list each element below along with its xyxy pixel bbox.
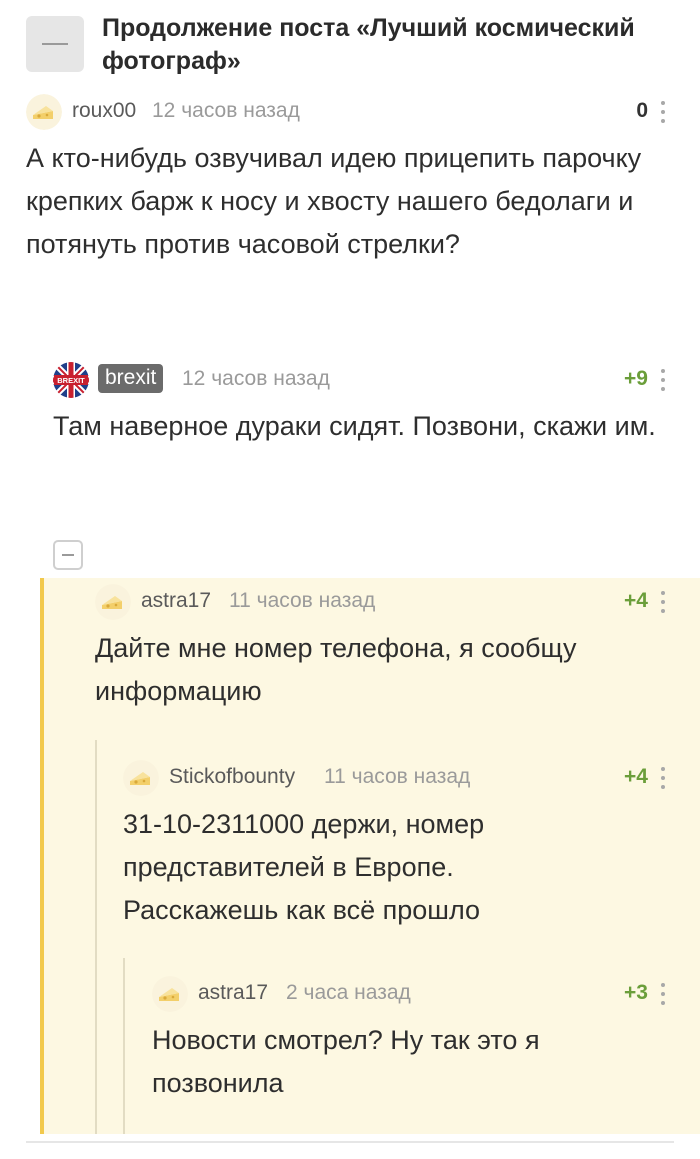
comment-username[interactable]: astra17: [141, 589, 211, 613]
comment-time[interactable]: 2 часа назад: [286, 981, 411, 1005]
comment-score: +4: [624, 765, 648, 788]
comment-score: +4: [624, 589, 648, 612]
more-options-icon[interactable]: [660, 983, 666, 1005]
collapse-thread-button[interactable]: [53, 540, 83, 570]
collapse-post-button[interactable]: [26, 16, 84, 72]
comment-text: Там наверное дураки сидят. Позвони, скаж…: [53, 411, 656, 441]
comment-username[interactable]: roux00: [72, 99, 136, 123]
avatar[interactable]: [152, 976, 188, 1012]
comment-time[interactable]: 12 часов назад: [152, 99, 300, 123]
more-options-icon[interactable]: [660, 101, 666, 123]
comment-username[interactable]: brexit: [98, 364, 164, 393]
divider: [26, 1141, 674, 1143]
comment-text: А кто-нибудь озвучивал идею прицепить па…: [26, 143, 642, 259]
nest-line: [95, 740, 97, 1134]
nest-line: [123, 958, 125, 1134]
thread-highlight-bar: [40, 578, 44, 1134]
avatar[interactable]: [123, 760, 159, 796]
cheese-avatar-icon: [123, 760, 159, 796]
cheese-avatar-icon: [95, 584, 131, 620]
avatar[interactable]: [95, 584, 131, 620]
comment-score: 0: [636, 99, 648, 122]
cheese-avatar-icon: [26, 94, 62, 130]
comment-text: Новости смотрел? Ну так это я позвонила: [152, 1025, 540, 1098]
comment-time[interactable]: 12 часов назад: [182, 367, 330, 391]
comment-username[interactable]: astra17: [198, 981, 268, 1005]
brexit-avatar-text: BREXIT: [57, 376, 85, 385]
comment-time[interactable]: 11 часов назад: [324, 765, 470, 789]
comment-text: Дайте мне номер телефона, я сообщу инфор…: [95, 633, 577, 706]
comment-text: 31-10-2311000 держи, номер представителе…: [123, 809, 485, 925]
more-options-icon[interactable]: [660, 369, 666, 391]
cheese-avatar-icon: [152, 976, 188, 1012]
more-options-icon[interactable]: [660, 767, 666, 789]
comment-score: +9: [624, 367, 648, 390]
avatar[interactable]: BREXIT: [53, 362, 89, 398]
avatar[interactable]: [26, 94, 62, 130]
brexit-flag-avatar-icon: BREXIT: [53, 362, 89, 398]
comment-username[interactable]: Stickofbounty: [169, 765, 295, 789]
post-title[interactable]: Продолжение поста «Лучший космический фо…: [102, 12, 682, 78]
comment-time[interactable]: 11 часов назад: [229, 589, 375, 613]
more-options-icon[interactable]: [660, 591, 666, 613]
comment-score: +3: [624, 981, 648, 1004]
